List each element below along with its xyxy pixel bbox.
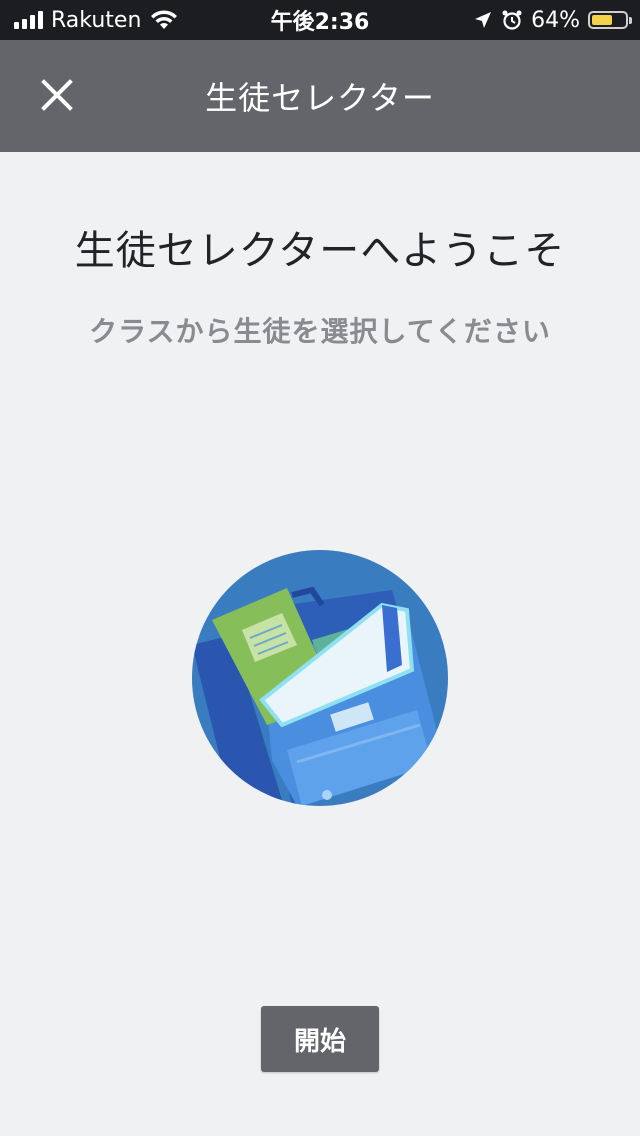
app-header: 生徒セレクター bbox=[0, 40, 640, 152]
location-arrow-icon bbox=[475, 12, 492, 28]
welcome-heading: 生徒セレクターへようこそ bbox=[74, 228, 566, 274]
status-right: 64% bbox=[473, 0, 632, 40]
header-title: 生徒セレクター bbox=[205, 79, 435, 117]
status-bar: Rakuten 午後2:36 64% bbox=[0, 0, 640, 40]
welcome-subheading: クラスから生徒を選択してください bbox=[89, 315, 551, 348]
alarm-clock-icon bbox=[502, 10, 522, 30]
battery-level bbox=[592, 15, 613, 25]
start-button[interactable]: 開始 bbox=[261, 1006, 379, 1072]
battery-icon bbox=[588, 11, 632, 29]
battery-percent: 64% bbox=[531, 7, 580, 33]
backpack-illustration bbox=[192, 550, 448, 806]
